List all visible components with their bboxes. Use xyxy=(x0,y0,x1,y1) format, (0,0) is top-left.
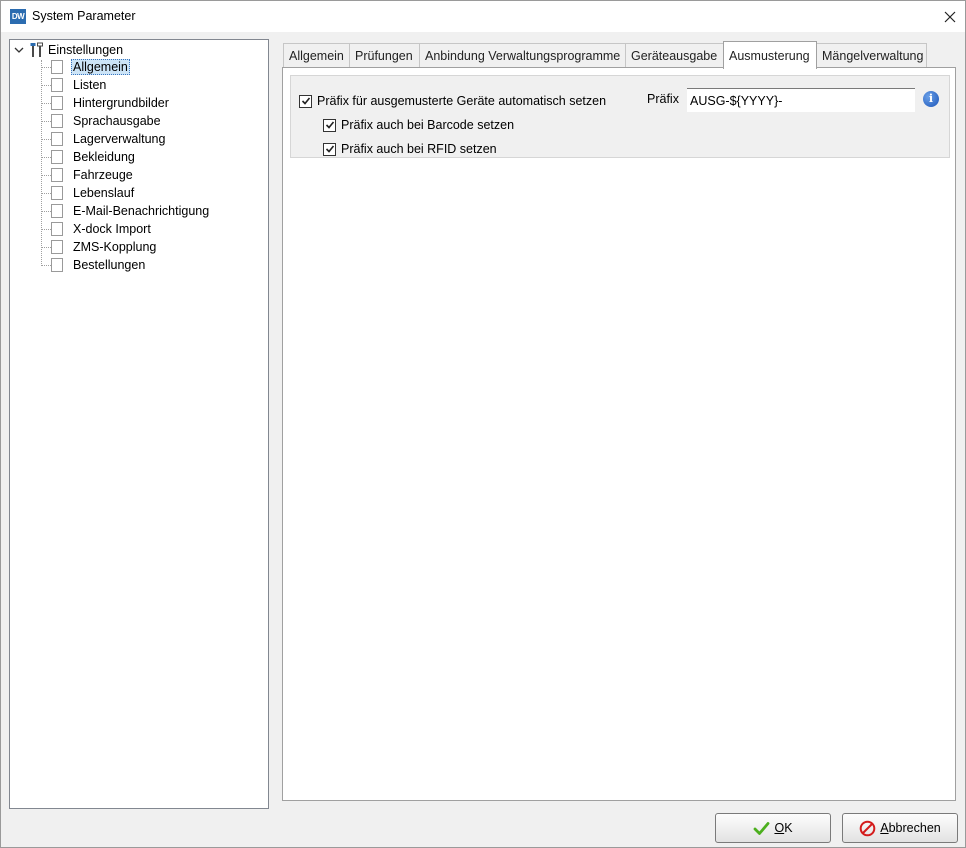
tree-item-label: Listen xyxy=(73,78,107,92)
tree-item-label: Bekleidung xyxy=(73,150,135,164)
barcode-prefix-label: Präfix auch bei Barcode setzen xyxy=(341,118,515,132)
document-icon xyxy=(51,186,63,200)
tree-item-hintergrundbilder[interactable]: Hintergrundbilder xyxy=(51,94,171,112)
barcode-prefix-checkbox-row[interactable]: Präfix auch bei Barcode setzen xyxy=(323,116,514,134)
settings-tree[interactable]: Einstellungen Allgemein Listen Hintergru… xyxy=(9,39,269,809)
dialog-window: DW System Parameter Einstellungen Allgem… xyxy=(0,0,966,848)
tab-panel-ausmusterung: Präfix für ausgemusterte Geräte automati… xyxy=(282,67,956,801)
tree-item-label: X-dock Import xyxy=(73,222,151,236)
tree-connector xyxy=(41,265,51,266)
document-icon xyxy=(51,96,63,110)
chevron-down-icon[interactable] xyxy=(14,45,24,55)
tab-allgemein[interactable]: Allgemein xyxy=(283,43,350,67)
tree-connector xyxy=(41,157,51,158)
tree-connector xyxy=(41,247,51,248)
tree-connector xyxy=(41,139,51,140)
window-title: System Parameter xyxy=(32,9,136,23)
rfid-prefix-checkbox-row[interactable]: Präfix auch bei RFID setzen xyxy=(323,140,497,158)
tree-item-label: Lebenslauf xyxy=(73,186,135,200)
tree-item-sprachausgabe[interactable]: Sprachausgabe xyxy=(51,112,163,130)
no-entry-icon xyxy=(859,820,876,836)
tree-item-bestellungen[interactable]: Bestellungen xyxy=(51,256,147,274)
tree-item-lagerverwaltung[interactable]: Lagerverwaltung xyxy=(51,130,167,148)
tree-item-label: Allgemein xyxy=(71,59,130,75)
document-icon xyxy=(51,258,63,272)
document-icon xyxy=(51,240,63,254)
checkmark-icon xyxy=(301,97,310,105)
checkmark-icon xyxy=(754,821,770,835)
tree-item-allgemein[interactable]: Allgemein xyxy=(51,58,130,76)
prefix-input[interactable] xyxy=(687,88,915,112)
tree-connector xyxy=(41,60,42,266)
tree-connector xyxy=(41,193,51,194)
tab-ausmusterung[interactable]: Ausmusterung xyxy=(723,41,817,69)
document-icon xyxy=(51,150,63,164)
tree-connector xyxy=(41,175,51,176)
tree-item-zms-kopplung[interactable]: ZMS-Kopplung xyxy=(51,238,158,256)
tree-item-label: Fahrzeuge xyxy=(73,168,133,182)
close-button[interactable] xyxy=(935,1,965,32)
tree-item-label: Lagerverwaltung xyxy=(73,132,166,146)
cancel-button-label: Abbrechen xyxy=(880,821,941,835)
document-icon xyxy=(51,168,63,182)
cancel-button[interactable]: Abbrechen xyxy=(842,813,958,843)
tree-connector xyxy=(41,85,51,86)
auto-prefix-checkbox[interactable] xyxy=(299,94,312,108)
barcode-prefix-checkbox[interactable] xyxy=(323,118,336,132)
app-icon: DW xyxy=(10,9,26,24)
tab-pruefungen[interactable]: Prüfungen xyxy=(349,43,420,67)
checkmark-icon xyxy=(325,121,334,129)
tree-connector xyxy=(41,67,51,68)
tree-item-label: Sprachausgabe xyxy=(73,114,161,128)
document-icon xyxy=(51,204,63,218)
tree-item-label: ZMS-Kopplung xyxy=(73,240,157,254)
checkmark-icon xyxy=(325,145,334,153)
info-icon[interactable]: i xyxy=(923,91,939,107)
close-icon xyxy=(944,11,956,22)
tab-maengelverwaltung[interactable]: Mängelverwaltung xyxy=(816,43,927,67)
tree-connector xyxy=(41,229,51,230)
document-icon xyxy=(51,114,63,128)
auto-prefix-checkbox-row[interactable]: Präfix für ausgemusterte Geräte automati… xyxy=(299,92,606,110)
tree-root-einstellungen[interactable]: Einstellungen xyxy=(14,41,123,59)
rfid-prefix-checkbox[interactable] xyxy=(323,142,336,156)
document-icon xyxy=(51,60,63,74)
tree-item-fahrzeuge[interactable]: Fahrzeuge xyxy=(51,166,135,184)
tree-connector xyxy=(41,121,51,122)
tree-connector xyxy=(41,211,51,212)
tools-icon xyxy=(30,42,43,57)
rfid-prefix-label: Präfix auch bei RFID setzen xyxy=(341,142,497,156)
auto-prefix-label: Präfix für ausgemusterte Geräte automati… xyxy=(317,94,607,108)
tree-item-email-benachrichtigung[interactable]: E-Mail-Benachrichtigung xyxy=(51,202,211,220)
ok-button[interactable]: OK xyxy=(715,813,831,843)
tree-item-bekleidung[interactable]: Bekleidung xyxy=(51,148,137,166)
tree-connector xyxy=(41,103,51,104)
document-icon xyxy=(51,132,63,146)
tree-item-listen[interactable]: Listen xyxy=(51,76,108,94)
tree-item-label: E-Mail-Benachrichtigung xyxy=(73,204,210,218)
tree-item-lebenslauf[interactable]: Lebenslauf xyxy=(51,184,136,202)
tree-item-label: Bestellungen xyxy=(73,258,146,272)
tab-geraeteausgabe[interactable]: Geräteausgabe xyxy=(625,43,724,67)
ok-button-label: OK xyxy=(774,821,793,835)
title-bar: DW System Parameter xyxy=(1,1,965,32)
tree-item-label: Hintergrundbilder xyxy=(73,96,169,110)
document-icon xyxy=(51,78,63,92)
prefix-label: Präfix xyxy=(647,92,679,106)
document-icon xyxy=(51,222,63,236)
tree-item-xdock-import[interactable]: X-dock Import xyxy=(51,220,153,238)
tab-anbindung-verwaltungsprogramme[interactable]: Anbindung Verwaltungsprogramme xyxy=(419,43,626,67)
prefix-settings-group: Präfix für ausgemusterte Geräte automati… xyxy=(290,75,950,158)
tree-root-label: Einstellungen xyxy=(48,43,124,57)
